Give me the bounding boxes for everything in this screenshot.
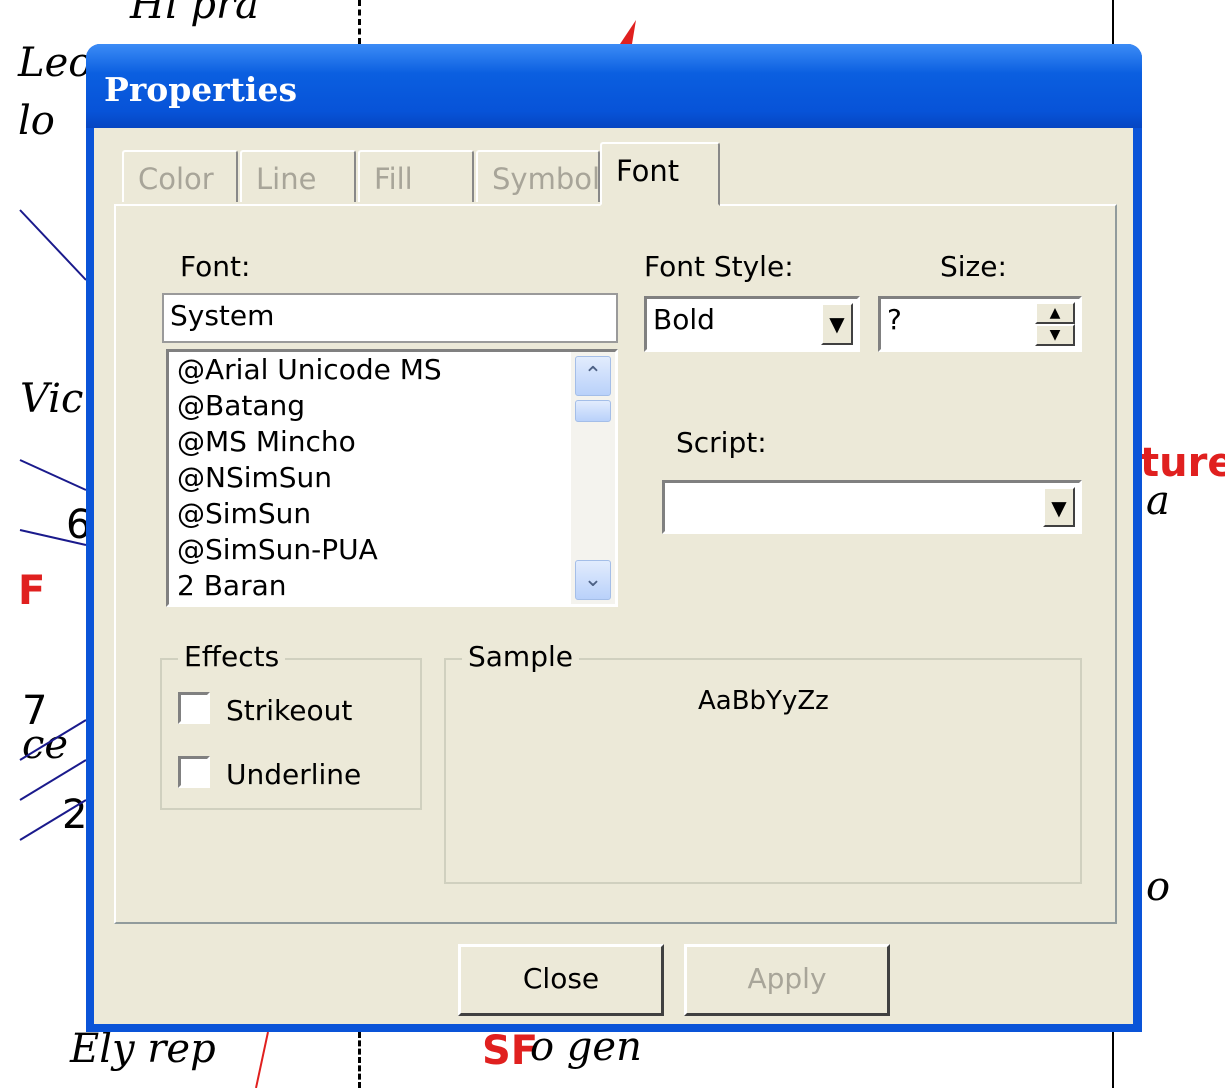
tab-label: Symbol <box>492 162 601 196</box>
effects-group: Effects Strikeout Underline <box>160 640 422 810</box>
window-title: Properties <box>104 70 298 109</box>
spin-up-icon[interactable]: ▲ <box>1035 302 1075 324</box>
tab-label: Fill <box>374 162 413 196</box>
underline-checkbox[interactable] <box>178 756 210 788</box>
tab-label: Line <box>256 162 317 196</box>
effects-legend: Effects <box>178 640 286 673</box>
font-style-select[interactable]: Bold ▼ <box>644 296 860 352</box>
close-button[interactable]: Close <box>458 944 664 1016</box>
font-label: Font: <box>180 250 251 283</box>
tab-font[interactable]: Font <box>600 142 720 206</box>
tab-fill[interactable]: Fill <box>358 150 474 202</box>
list-item[interactable]: @Batang <box>169 388 615 424</box>
font-name-input[interactable]: System <box>162 293 618 343</box>
strikeout-label[interactable]: Strikeout <box>226 694 352 727</box>
tab-symbol[interactable]: Symbol <box>476 150 600 202</box>
properties-dialog: Properties Color Line Fill Symbol Font F… <box>86 44 1142 1032</box>
tab-color[interactable]: Color <box>122 150 238 202</box>
list-item[interactable]: @SimSun-PUA <box>169 532 615 568</box>
scroll-thumb[interactable] <box>575 400 611 422</box>
script-select[interactable]: ▼ <box>662 480 1082 534</box>
font-tab-panel: Font: System @Arial Unicode MS @Batang @… <box>114 204 1117 924</box>
font-style-value: Bold <box>653 303 715 336</box>
list-item[interactable]: @SimSun <box>169 496 615 532</box>
apply-button-label: Apply <box>747 962 827 995</box>
font-list-scrollbar[interactable]: ⌃ ⌄ <box>571 352 615 604</box>
list-item[interactable]: @NSimSun <box>169 460 615 496</box>
script-label: Script: <box>676 426 767 459</box>
chevron-down-icon[interactable]: ▼ <box>821 303 853 345</box>
list-item[interactable]: @MS Mincho <box>169 424 615 460</box>
list-item[interactable]: @Arial Unicode MS <box>169 352 615 388</box>
font-style-label: Font Style: <box>644 250 794 283</box>
close-button-label: Close <box>522 962 600 995</box>
scroll-up-button[interactable]: ⌃ <box>575 356 611 396</box>
sample-text: AaBbYyZz <box>698 686 829 716</box>
size-label: Size: <box>940 250 1007 283</box>
apply-button[interactable]: Apply <box>684 944 890 1016</box>
scroll-down-button[interactable]: ⌄ <box>575 560 611 600</box>
underline-label[interactable]: Underline <box>226 758 361 791</box>
size-input[interactable]: ? ▲ ▼ <box>878 296 1082 352</box>
tab-label: Color <box>138 162 214 196</box>
size-value: ? <box>887 303 902 336</box>
sample-legend: Sample <box>462 640 579 673</box>
font-list[interactable]: @Arial Unicode MS @Batang @MS Mincho @NS… <box>166 349 618 607</box>
tab-label: Font <box>616 154 680 188</box>
strikeout-checkbox[interactable] <box>178 692 210 724</box>
tab-line[interactable]: Line <box>240 150 356 202</box>
chevron-down-icon[interactable]: ▼ <box>1043 487 1075 527</box>
dialog-body: Color Line Fill Symbol Font Font: System… <box>94 128 1133 1024</box>
list-item[interactable]: 2 Baran <box>169 568 615 604</box>
spin-down-icon[interactable]: ▼ <box>1035 324 1075 346</box>
sample-group: Sample AaBbYyZz <box>444 640 1082 884</box>
title-bar[interactable]: Properties <box>86 44 1142 128</box>
font-list-items: @Arial Unicode MS @Batang @MS Mincho @NS… <box>169 352 615 604</box>
